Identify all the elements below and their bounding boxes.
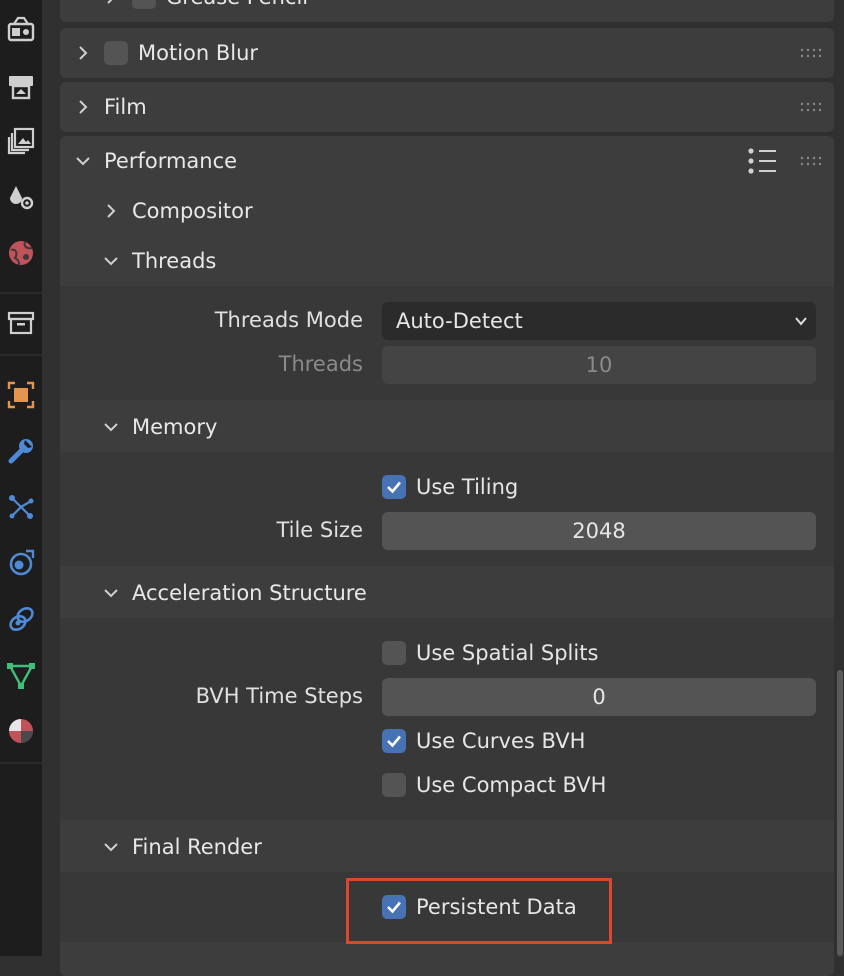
physics-tab[interactable] (0, 540, 42, 586)
film-label: Film (104, 95, 147, 119)
data-icon (7, 663, 35, 689)
tab-separator (0, 762, 42, 764)
final-render-label: Final Render (132, 835, 262, 859)
data-tab[interactable] (0, 652, 42, 698)
view-layer-icon (7, 127, 35, 155)
presets-list-icon[interactable] (748, 148, 778, 174)
acceleration-subpanel-header[interactable]: Acceleration Structure (104, 568, 367, 618)
particles-icon (9, 495, 34, 519)
constraints-icon (9, 606, 34, 632)
threads-mode-label: Threads Mode (214, 308, 363, 332)
compact-bvh-checkbox[interactable] (382, 773, 406, 797)
chevron-down-icon (104, 589, 118, 598)
threads-subpanel-header[interactable]: Threads (104, 236, 216, 286)
scene-icon (10, 186, 34, 210)
physics-icon (9, 549, 35, 576)
motion-blur-checkbox[interactable] (104, 41, 128, 65)
chevron-right-icon (107, 204, 116, 218)
acceleration-label: Acceleration Structure (132, 581, 367, 605)
drag-handle-icon[interactable] (800, 48, 822, 58)
bvh-time-steps-label: BVH Time Steps (195, 684, 363, 708)
material-tab[interactable] (0, 708, 42, 754)
film-header[interactable]: Film (76, 82, 147, 132)
threads-count-label: Threads (278, 352, 363, 376)
threads-subpanel-label: Threads (132, 249, 217, 273)
performance-label: Performance (104, 149, 238, 173)
curves-bvh-checkbox[interactable] (382, 729, 406, 753)
final-render-subpanel-header[interactable]: Final Render (104, 822, 262, 872)
motion-blur-panel[interactable]: Motion Blur (60, 28, 834, 78)
checkmark-icon (387, 735, 401, 748)
compositor-subpanel-header[interactable]: Compositor (104, 186, 253, 236)
memory-subpanel-header[interactable]: Memory (104, 402, 217, 452)
collection-tab[interactable] (0, 300, 42, 346)
bvh-time-steps-value: 0 (592, 685, 606, 709)
compact-bvh-row[interactable]: Use Compact BVH (382, 768, 606, 802)
curves-bvh-label: Use Curves BVH (416, 729, 586, 753)
curves-bvh-row[interactable]: Use Curves BVH (382, 724, 585, 758)
spatial-splits-row[interactable]: Use Spatial Splits (382, 636, 598, 670)
motion-blur-header[interactable]: Motion Blur (76, 28, 258, 78)
checkmark-icon (387, 481, 401, 494)
particles-tab[interactable] (0, 484, 42, 530)
modifier-tab[interactable] (0, 428, 42, 474)
chevron-right-icon (79, 46, 88, 60)
grease-pencil-checkbox[interactable] (132, 0, 156, 9)
world-icon (9, 241, 33, 266)
drag-handle-icon[interactable] (800, 102, 822, 112)
render-icon (7, 16, 35, 42)
performance-header[interactable]: Performance (76, 136, 237, 186)
chevron-down-icon (104, 257, 118, 266)
object-icon (7, 381, 35, 409)
threads-count-field: 10 (382, 346, 816, 384)
chevron-down-icon (76, 157, 90, 166)
output-icon (9, 76, 33, 100)
tab-separator (0, 292, 42, 294)
chevron-right-icon (107, 0, 113, 4)
constraints-tab[interactable] (0, 596, 42, 642)
use-tiling-row[interactable]: Use Tiling (382, 470, 518, 504)
output-tab[interactable] (0, 62, 42, 108)
use-tiling-checkbox[interactable] (382, 475, 406, 499)
threads-mode-dropdown[interactable]: Auto-Detect (382, 302, 816, 340)
memory-label: Memory (132, 415, 218, 439)
spatial-splits-checkbox[interactable] (382, 641, 406, 665)
highlight-box (346, 878, 612, 944)
chevron-down-icon (795, 317, 807, 326)
properties-tab-strip (0, 0, 42, 956)
modifier-icon (8, 439, 33, 464)
compositor-label: Compositor (132, 199, 253, 223)
motion-blur-label: Motion Blur (138, 41, 259, 65)
tab-separator (0, 354, 42, 356)
compact-bvh-label: Use Compact BVH (416, 773, 607, 797)
collection-icon (7, 311, 35, 335)
grease-pencil-header[interactable]: Grease Pencil (104, 0, 308, 22)
world-tab[interactable] (0, 230, 42, 276)
chevron-down-icon (104, 423, 118, 432)
material-icon (9, 719, 33, 743)
render-tab[interactable] (0, 6, 42, 52)
scene-tab[interactable] (0, 174, 42, 220)
scrollbar[interactable] (837, 670, 843, 956)
use-tiling-label: Use Tiling (416, 475, 519, 499)
bvh-time-steps-field[interactable]: 0 (382, 678, 816, 716)
tile-size-label: Tile Size (276, 518, 363, 542)
threads-count-value: 10 (585, 353, 613, 377)
chevron-down-icon (104, 843, 118, 852)
threads-mode-value: Auto-Detect (396, 309, 523, 333)
grease-pencil-label: Grease Pencil (166, 0, 308, 9)
view-layer-tab[interactable] (0, 118, 42, 164)
film-panel[interactable]: Film (60, 82, 834, 132)
spatial-splits-label: Use Spatial Splits (416, 641, 599, 665)
chevron-right-icon (79, 100, 88, 114)
tile-size-field[interactable]: 2048 (382, 512, 816, 550)
tile-size-value: 2048 (572, 519, 626, 543)
drag-handle-icon[interactable] (800, 156, 822, 166)
object-tab[interactable] (0, 372, 42, 418)
grease-pencil-panel[interactable]: Grease Pencil (60, 0, 834, 22)
